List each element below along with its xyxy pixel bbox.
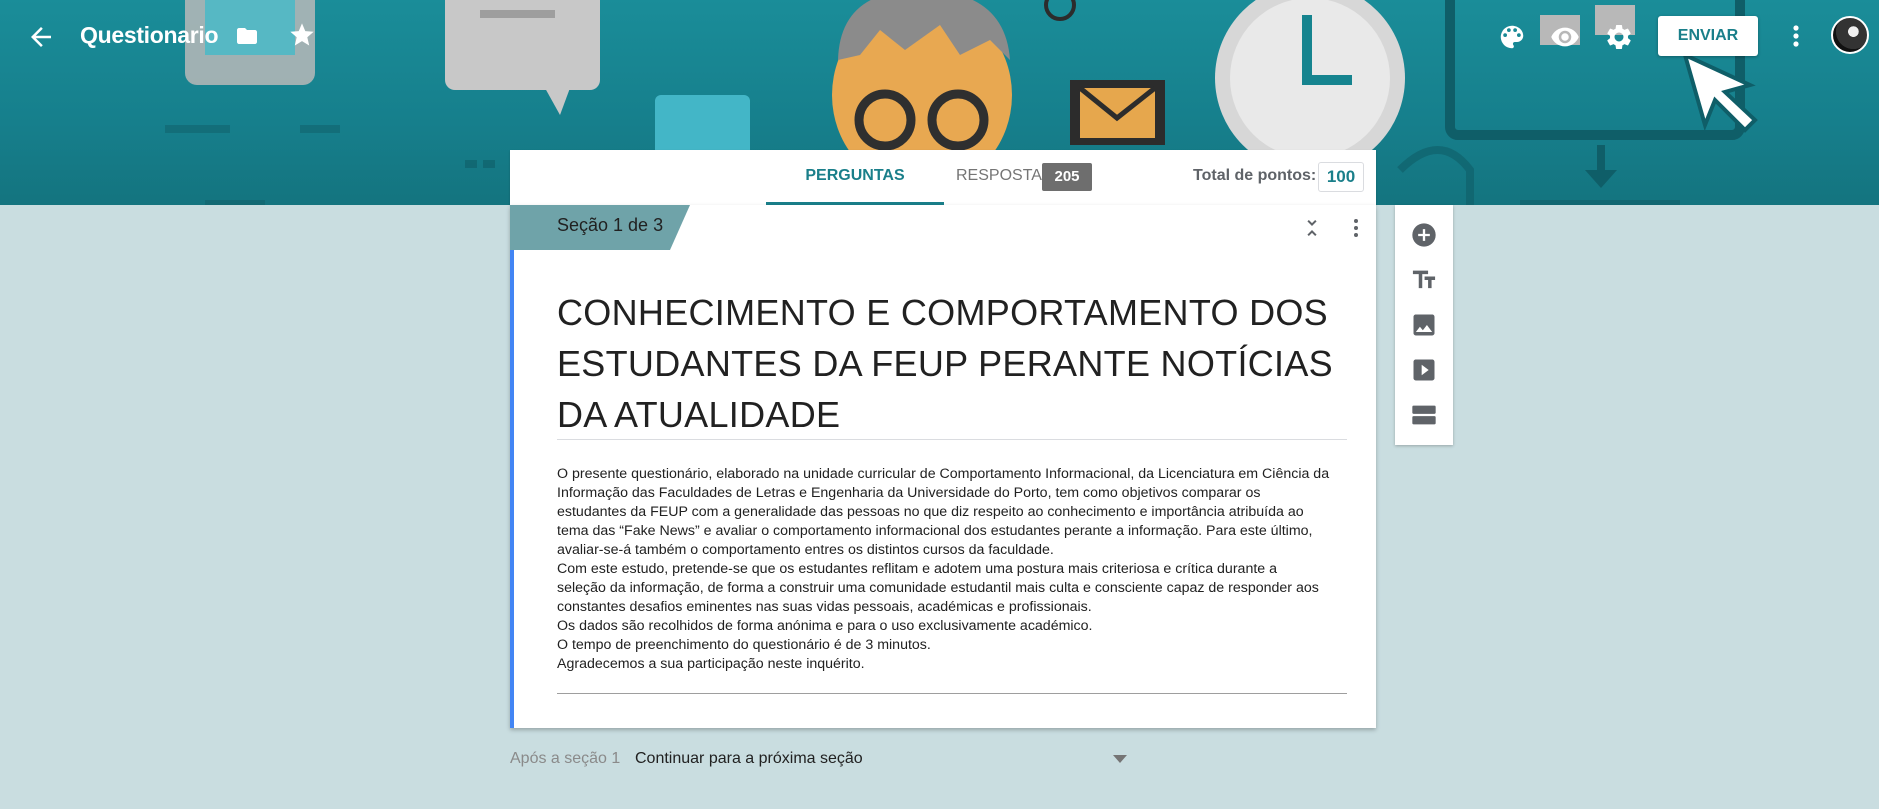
section-title-line: DA ATUALIDADE [557, 394, 841, 435]
description-line: O presente questionário, elaborado na un… [557, 466, 1330, 482]
description-line: seleção da informação, de forma a constr… [557, 580, 1319, 596]
tab-responses[interactable]: RESPOSTAS [956, 150, 1053, 205]
description-line: avaliar-se-á também o comportamento entr… [557, 542, 1054, 558]
add-section-icon[interactable] [1410, 401, 1438, 429]
active-indicator [510, 250, 514, 728]
description-line: Informação das Faculdades de Letras e En… [557, 485, 1261, 501]
section-description[interactable]: O presente questionário, elaborado na un… [557, 465, 1357, 674]
side-toolbar [1395, 205, 1453, 445]
add-title-icon[interactable] [1410, 266, 1438, 294]
top-app-bar: Questionario ENVIAR [0, 0, 1879, 74]
tab-questions[interactable]: PERGUNTAS [766, 150, 944, 205]
folder-icon[interactable] [234, 24, 260, 48]
back-arrow-icon[interactable] [26, 22, 56, 52]
section-label: Seção 1 de 3 [557, 215, 664, 235]
total-points-label: Total de pontos: [1193, 167, 1317, 184]
description-line: Agradecemos a sua participação neste inq… [557, 656, 865, 672]
form-tabs: PERGUNTAS RESPOSTAS 205 Total de pontos:… [510, 150, 1376, 205]
section-card: CONHECIMENTO E COMPORTAMENTO DOS ESTUDAN… [510, 205, 1376, 728]
description-line: Os dados são recolhidos de forma anónima… [557, 618, 1093, 634]
palette-icon[interactable] [1497, 22, 1527, 52]
section-title-line: CONHECIMENTO E COMPORTAMENTO DOS [557, 292, 1328, 333]
more-vert-icon[interactable] [1784, 20, 1808, 52]
eye-icon[interactable] [1550, 22, 1580, 52]
description-line: O tempo de preenchimento do questionário… [557, 637, 931, 653]
add-image-icon[interactable] [1410, 311, 1438, 339]
description-line: constantes desafios eminentes nas suas v… [557, 599, 1092, 615]
form-title-name[interactable]: Questionario [80, 22, 219, 49]
star-icon[interactable] [288, 21, 316, 49]
divider [557, 439, 1347, 440]
collapse-icon[interactable] [1300, 216, 1324, 240]
section-title[interactable]: CONHECIMENTO E COMPORTAMENTO DOS ESTUDAN… [557, 287, 1347, 440]
section-more-icon[interactable] [1344, 216, 1368, 240]
avatar[interactable] [1831, 16, 1869, 54]
add-video-icon[interactable] [1410, 356, 1438, 384]
responses-count-badge[interactable]: 205 [1042, 163, 1092, 191]
gear-icon[interactable] [1604, 22, 1634, 52]
description-line: estudantes da FEUP com a generalidade da… [557, 504, 1304, 520]
total-points-value[interactable]: 100 [1318, 162, 1364, 192]
send-button[interactable]: ENVIAR [1658, 16, 1758, 56]
section-title-line: ESTUDANTES DA FEUP PERANTE NOTÍCIAS [557, 343, 1333, 384]
add-question-icon[interactable] [1410, 221, 1438, 249]
chevron-down-icon[interactable] [1113, 755, 1127, 763]
description-line: Com este estudo, pretende-se que os estu… [557, 561, 1277, 577]
description-line: tema das “Fake News” e avaliar o comport… [557, 523, 1313, 539]
description-underline [557, 693, 1347, 694]
after-section-label: Após a seção 1 [510, 750, 621, 767]
after-section-select[interactable]: Continuar para a próxima seção [635, 750, 863, 768]
